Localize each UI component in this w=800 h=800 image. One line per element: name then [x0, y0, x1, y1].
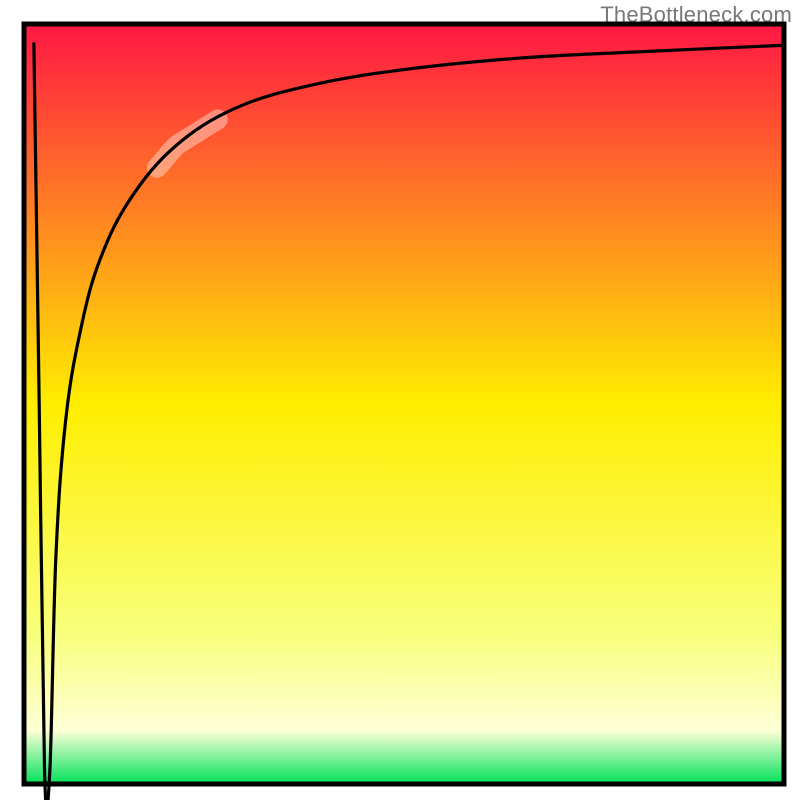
- plot-background-gradient: [24, 24, 784, 784]
- bottleneck-chart: TheBottleneck.com: [0, 0, 800, 800]
- plot-svg: [0, 0, 800, 800]
